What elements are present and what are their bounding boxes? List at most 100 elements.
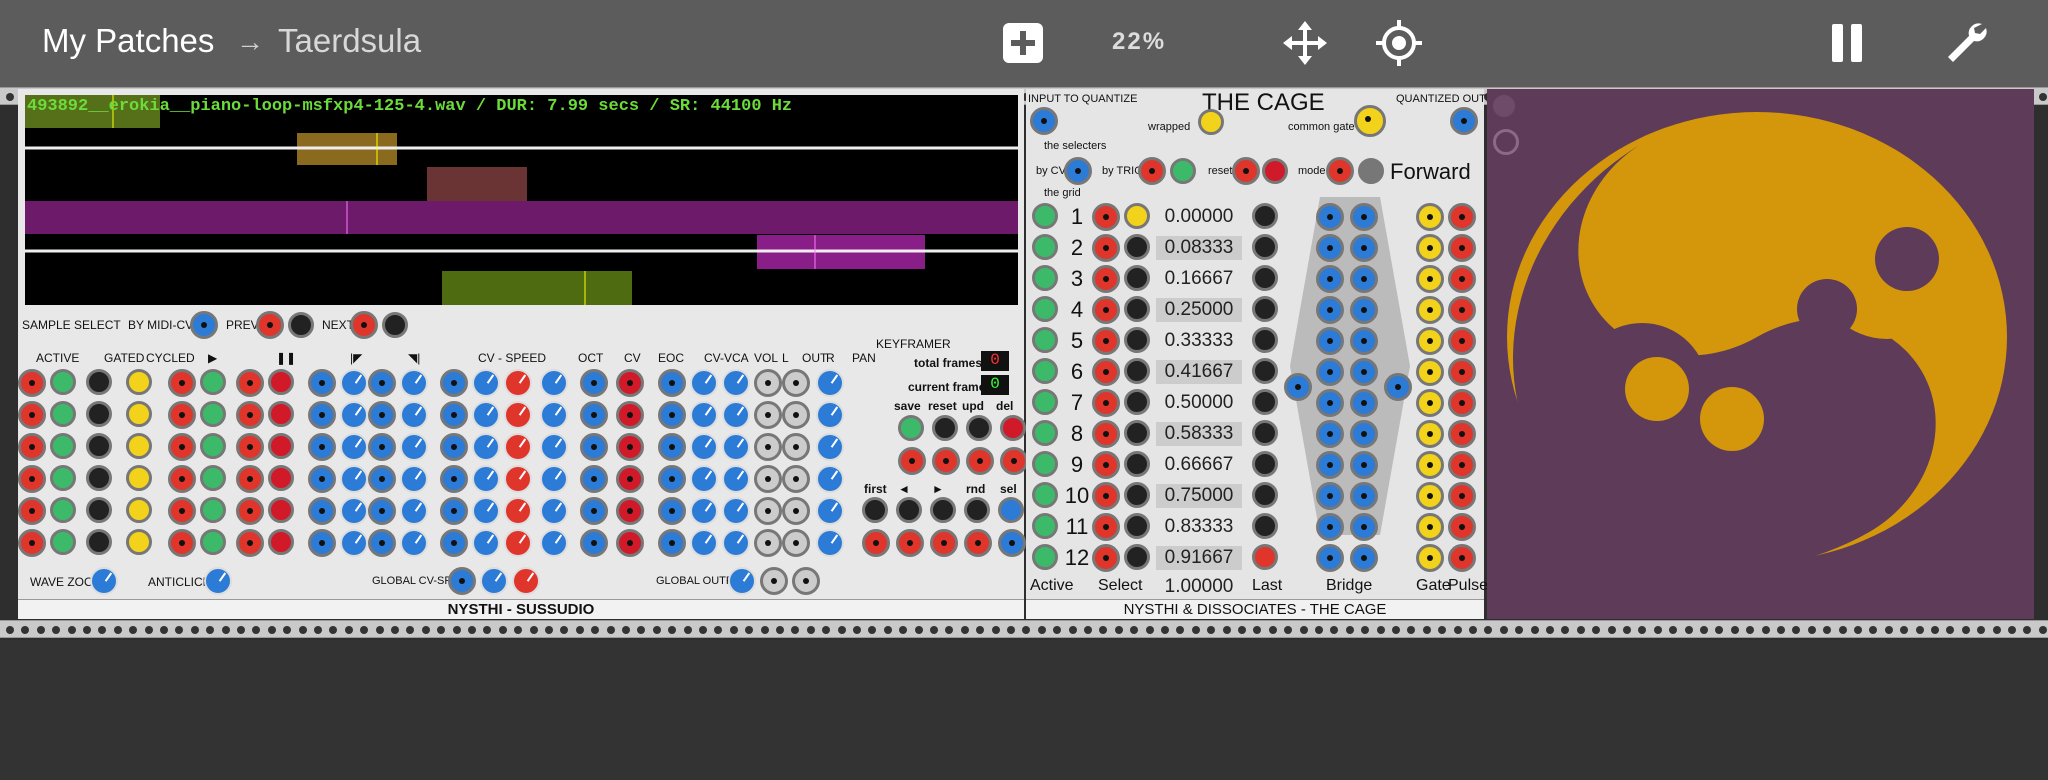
vca-knob[interactable] [690,433,718,461]
keyframer-reset-jack[interactable] [932,447,960,475]
active-led[interactable] [1032,358,1058,384]
play-jack[interactable] [168,401,196,429]
active-led[interactable] [1032,265,1058,291]
bridge-right-jack[interactable] [1350,451,1378,479]
step-value[interactable]: 0.91667 [1156,546,1242,570]
keyframer-save-jack[interactable] [898,447,926,475]
pan-knob[interactable] [816,497,844,525]
cv-jack[interactable] [580,465,608,493]
start-cv-jack[interactable] [308,401,336,429]
gate-jack[interactable] [1416,358,1444,386]
step-value[interactable]: 0.16667 [1156,267,1242,291]
bridge-left-jack[interactable] [1316,544,1344,572]
play-jack[interactable] [168,369,196,397]
pause-jack[interactable] [236,369,264,397]
select-led[interactable] [1124,327,1150,353]
speed-cv-jack[interactable] [440,529,468,557]
active-led[interactable] [1032,296,1058,322]
add-icon[interactable] [998,18,1048,68]
gate-jack[interactable] [1416,451,1444,479]
prev-jack[interactable] [256,311,284,339]
play-button[interactable] [200,433,226,459]
speed-knob[interactable] [504,529,532,557]
keyframer-reset-button[interactable] [932,415,958,441]
cycled-button[interactable] [126,465,152,491]
out-right-jack[interactable] [782,497,810,525]
vca-cv-jack[interactable] [658,369,686,397]
quantized-output-jack[interactable] [1450,107,1478,135]
eoc-jack[interactable] [616,369,644,397]
gate-jack[interactable] [1416,482,1444,510]
active-led[interactable] [1032,389,1058,415]
step-value[interactable]: 0.00000 [1156,205,1242,229]
sussudio-module[interactable]: 493892__erokia__piano-loop-msfxp4-125-4.… [18,89,1028,619]
gate-jack[interactable] [1416,513,1444,541]
global-cv-speed-jack[interactable] [448,567,476,595]
cv-jack[interactable] [580,401,608,429]
active-led[interactable] [1032,327,1058,353]
wrench-icon[interactable] [1942,18,1992,68]
end-cv-jack[interactable] [368,529,396,557]
bridge-right-jack[interactable] [1350,482,1378,510]
speed-atten-knob[interactable] [472,497,500,525]
eoc-jack[interactable] [616,465,644,493]
bridge-right-jack[interactable] [1350,544,1378,572]
vca-knob[interactable] [690,529,718,557]
start-knob[interactable] [340,433,368,461]
speed-knob[interactable] [504,401,532,429]
active-led[interactable] [1032,234,1058,260]
play-button[interactable] [200,401,226,427]
speed-cv-jack[interactable] [440,369,468,397]
pause-jack[interactable] [236,529,264,557]
vca-knob[interactable] [690,401,718,429]
mode-button[interactable] [1358,158,1384,184]
yin-yang-module[interactable] [1487,89,2034,619]
gate-jack[interactable] [1416,327,1444,355]
select-led[interactable] [1124,513,1150,539]
vca-cv-jack[interactable] [658,497,686,525]
pan-knob[interactable] [816,529,844,557]
end-knob[interactable] [400,401,428,429]
vca-cv-jack[interactable] [658,433,686,461]
global-speed-knob[interactable] [512,567,540,595]
prev-button[interactable] [288,312,314,338]
out-right-jack[interactable] [782,433,810,461]
breadcrumb-my-patches[interactable]: My Patches [42,22,214,60]
select-jack[interactable] [1092,420,1120,448]
end-knob[interactable] [400,465,428,493]
pan-knob[interactable] [816,401,844,429]
pause-button[interactable] [268,529,294,555]
cycled-button[interactable] [126,433,152,459]
select-led[interactable] [1124,234,1150,260]
global-out-left-jack[interactable] [760,567,788,595]
bridge-left-jack[interactable] [1316,296,1344,324]
wave-zoom-knob[interactable] [90,567,118,595]
pulse-jack[interactable] [1448,203,1476,231]
select-jack[interactable] [1092,265,1120,293]
eoc-jack[interactable] [616,433,644,461]
eoc-jack[interactable] [616,497,644,525]
out-right-jack[interactable] [782,529,810,557]
active-jack[interactable] [18,465,46,493]
by-cv-jack[interactable] [1064,157,1092,185]
end-knob[interactable] [400,433,428,461]
pulse-jack[interactable] [1448,451,1476,479]
vca-knob[interactable] [690,465,718,493]
move-icon[interactable] [1280,18,1330,68]
pulse-jack[interactable] [1448,420,1476,448]
keyframer-nav-jack[interactable] [862,529,890,557]
bridge-in-jack[interactable] [1284,373,1312,401]
end-knob[interactable] [400,497,428,525]
volume-knob[interactable] [722,529,750,557]
active-button[interactable] [50,497,76,523]
select-led[interactable] [1124,451,1150,477]
out-left-jack[interactable] [754,369,782,397]
gated-button[interactable] [86,433,112,459]
gated-button[interactable] [86,401,112,427]
select-jack[interactable] [1092,389,1120,417]
start-knob[interactable] [340,529,368,557]
start-cv-jack[interactable] [308,369,336,397]
step-value[interactable]: 0.58333 [1156,422,1242,446]
gate-jack[interactable] [1416,203,1444,231]
active-button[interactable] [50,465,76,491]
